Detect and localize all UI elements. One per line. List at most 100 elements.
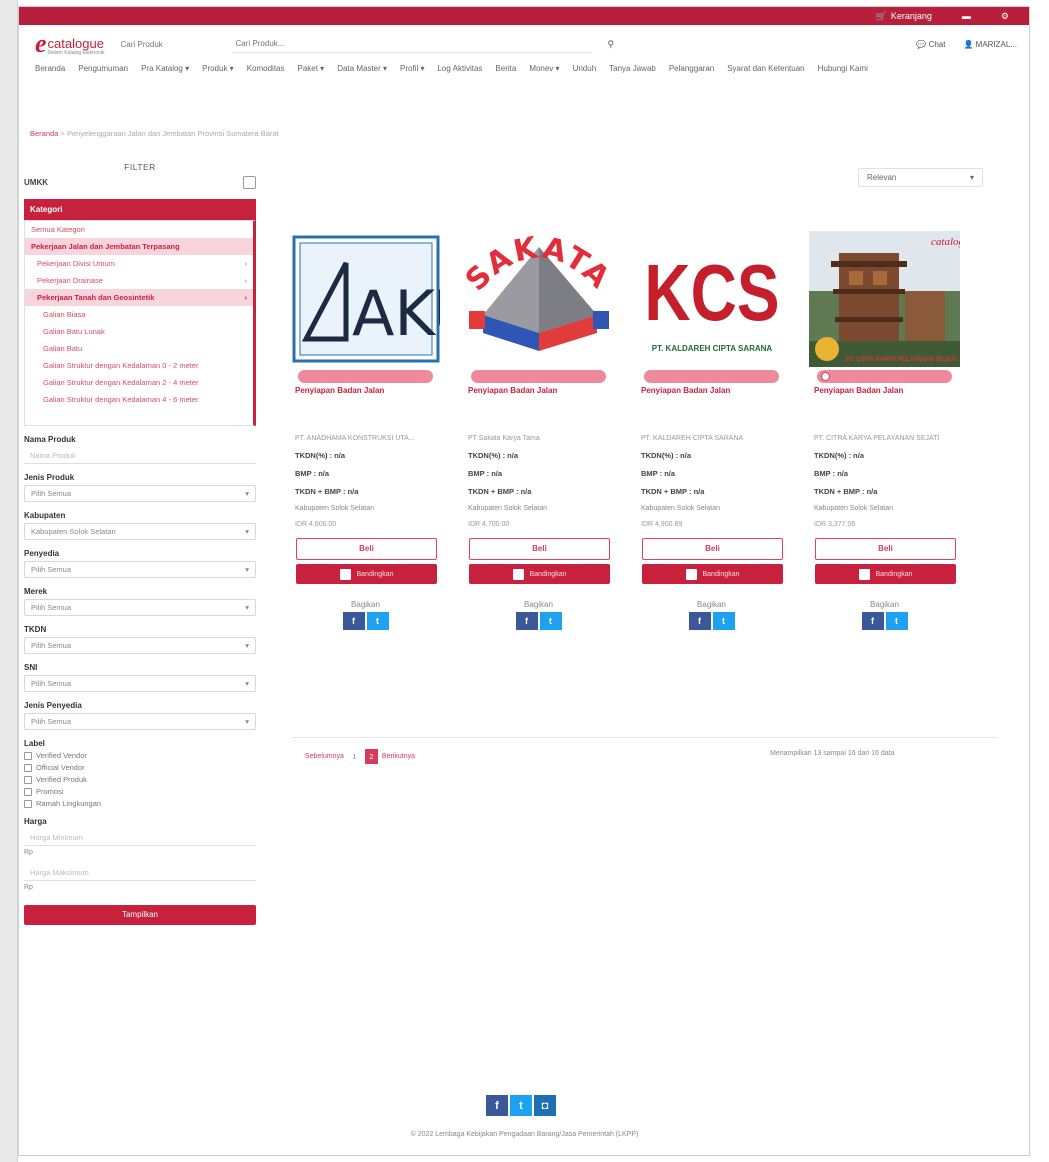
- nav-item[interactable]: Beranda: [35, 63, 65, 75]
- label-checkbox[interactable]: [24, 751, 32, 760]
- product-card[interactable]: SAKATA Penyiapan Badan Jalan PT Sakata K…: [463, 230, 614, 630]
- nav-item[interactable]: Berita: [495, 63, 516, 75]
- product-thumbnail[interactable]: AKU: [290, 230, 441, 368]
- sort-select[interactable]: Relevan ▾: [858, 168, 983, 187]
- product-card[interactable]: catalogue PT. CITRA KARYA PELAYANAN SEJA…: [809, 230, 960, 630]
- logo[interactable]: e catalogue Sistem Katalog Elektronik: [35, 31, 105, 57]
- compare-button[interactable]: Bandingkan: [815, 564, 956, 584]
- nav-item[interactable]: Syarat dan Ketentuan: [727, 63, 804, 75]
- facebook-icon[interactable]: f: [861, 612, 884, 630]
- kategori-item[interactable]: Galian Struktur dengan Kedalaman 0 - 2 m…: [25, 357, 253, 374]
- label-option[interactable]: Promosi: [24, 787, 256, 796]
- nav-item[interactable]: Hubungi Kami: [818, 63, 868, 75]
- product-title[interactable]: Penyiapan Badan Jalan: [290, 386, 441, 395]
- twitter-icon[interactable]: t: [712, 612, 735, 630]
- twitter-icon[interactable]: t: [366, 612, 389, 630]
- kategori-item[interactable]: Galian Batu Lunak: [25, 323, 253, 340]
- kategori-item[interactable]: Semua Kategori: [25, 221, 253, 238]
- tkdn-select[interactable]: Pilih Semua ▾: [24, 637, 256, 654]
- label-option[interactable]: Verified Vendor: [24, 751, 256, 760]
- nav-item[interactable]: Komoditas: [247, 63, 285, 75]
- jenis-penyedia-select[interactable]: Pilih Semua ▾: [24, 713, 256, 730]
- search-type-select[interactable]: Cari Produk: [121, 40, 216, 49]
- penyedia-select[interactable]: Pilih Semua ▾: [24, 561, 256, 578]
- product-company[interactable]: PT. KALDAREH CIPTA SARANA: [636, 435, 787, 442]
- nav-item[interactable]: Tanya Jawab: [609, 63, 656, 75]
- kategori-item[interactable]: Pekerjaan Drainase ›: [25, 272, 253, 289]
- pager-prev[interactable]: Sebelumnya: [305, 753, 344, 760]
- label-checkbox[interactable]: [24, 763, 32, 772]
- merek-select[interactable]: Pilih Semua ▾: [24, 599, 256, 616]
- compare-button[interactable]: Bandingkan: [296, 564, 437, 584]
- facebook-icon[interactable]: f: [515, 612, 538, 630]
- twitter-icon[interactable]: t: [885, 612, 908, 630]
- facebook-icon[interactable]: f: [342, 612, 365, 630]
- nav-item[interactable]: Data Master ▾: [337, 63, 387, 75]
- product-thumbnail[interactable]: SAKATA: [463, 230, 614, 368]
- pager-page-2[interactable]: 2: [364, 749, 378, 764]
- product-thumbnail[interactable]: catalogue PT. CITRA KARYA PELAYANAN SEJA…: [809, 230, 960, 368]
- kategori-item[interactable]: Galian Struktur dengan Kedalaman 2 - 4 m…: [25, 374, 253, 391]
- nav-item[interactable]: Monev ▾: [529, 63, 559, 75]
- nav-item[interactable]: Produk ▾: [202, 63, 234, 75]
- kategori-item[interactable]: Galian Biasa: [25, 306, 253, 323]
- pager-next[interactable]: Berikutnya: [382, 753, 415, 760]
- jenis-produk-select[interactable]: Pilih Semua ▾: [24, 485, 256, 502]
- facebook-icon[interactable]: f: [688, 612, 711, 630]
- twitter-icon[interactable]: t: [539, 612, 562, 630]
- label-checkbox[interactable]: [24, 775, 32, 784]
- user-menu[interactable]: 👤 MARIZAL...: [963, 40, 1017, 49]
- kategori-item[interactable]: Galian Struktur dengan Kedalaman 4 - 6 m…: [25, 391, 253, 408]
- harga-min-input[interactable]: Harga Minimum: [24, 829, 256, 846]
- harga-max-input[interactable]: Harga Maksimum: [24, 864, 256, 881]
- kategori-item[interactable]: Pekerjaan Jalan dan Jembatan Terpasang: [25, 238, 253, 255]
- user-icon[interactable]: ▬: [962, 11, 971, 21]
- pager-page-1[interactable]: 1: [348, 749, 361, 764]
- compare-button[interactable]: Bandingkan: [469, 564, 610, 584]
- nav-item[interactable]: Pengumuman: [78, 63, 128, 75]
- breadcrumb-home[interactable]: Beranda: [30, 129, 58, 138]
- nav-item[interactable]: Profil ▾: [400, 63, 424, 75]
- product-company[interactable]: PT Sakata Karya Tama: [463, 435, 614, 442]
- product-title[interactable]: Penyiapan Badan Jalan: [463, 386, 614, 395]
- facebook-icon[interactable]: f: [486, 1095, 508, 1116]
- nav-item[interactable]: Pra Katalog ▾: [141, 63, 189, 75]
- buy-button[interactable]: Beli: [296, 538, 437, 560]
- nama-produk-input[interactable]: Nama Produk: [24, 447, 256, 464]
- kategori-item[interactable]: Pekerjaan Divisi Umum ›: [25, 255, 253, 272]
- kategori-item[interactable]: Pekerjaan Tanah dan Geosintetik ›: [25, 289, 253, 306]
- buy-button[interactable]: Beli: [815, 538, 956, 560]
- product-thumbnail[interactable]: KCS PT. KALDAREH CIPTA SARANA: [636, 230, 787, 368]
- product-card[interactable]: KCS PT. KALDAREH CIPTA SARANA Penyiapan …: [636, 230, 787, 630]
- kabupaten-select[interactable]: Kabupaten Solok Selatan ▾: [24, 523, 256, 540]
- product-company[interactable]: PT. CITRA KARYA PELAYANAN SEJATI: [809, 435, 960, 442]
- chat-link[interactable]: 💬 Chat: [916, 40, 945, 49]
- instagram-icon[interactable]: ◘: [534, 1095, 556, 1116]
- label-option[interactable]: Ramah Lingkungan: [24, 799, 256, 808]
- product-card[interactable]: AKU Penyiapan Badan Jalan PT. ANADHAMA K…: [290, 230, 441, 630]
- label-checkbox[interactable]: [24, 787, 32, 796]
- label-checkbox[interactable]: [24, 799, 32, 808]
- label-option[interactable]: Official Vendor: [24, 763, 256, 772]
- product-title[interactable]: Penyiapan Badan Jalan: [636, 386, 787, 395]
- tampilkan-button[interactable]: Tampilkan: [24, 905, 256, 925]
- nav-item[interactable]: Log Aktivitas: [437, 63, 482, 75]
- settings-icon[interactable]: ⚙: [1001, 11, 1009, 22]
- nav-item[interactable]: Unduh: [573, 63, 597, 75]
- buy-button[interactable]: Beli: [642, 538, 783, 560]
- compare-button[interactable]: Bandingkan: [642, 564, 783, 584]
- kategori-item[interactable]: Galian Batu: [25, 340, 253, 357]
- search-icon[interactable]: ⚲: [608, 39, 615, 50]
- buy-button[interactable]: Beli: [469, 538, 610, 560]
- product-title[interactable]: Penyiapan Badan Jalan: [809, 386, 960, 395]
- product-company[interactable]: PT. ANADHAMA KONSTRUKSI UTA...: [290, 435, 441, 442]
- kategori-list[interactable]: Semua Kategori Pekerjaan Jalan dan Jembat…: [24, 220, 256, 426]
- search-input[interactable]: [231, 35, 592, 53]
- sni-select[interactable]: Pilih Semua ▾: [24, 675, 256, 692]
- nav-item[interactable]: Pelanggaran: [669, 63, 714, 75]
- nav-item[interactable]: Paket ▾: [298, 63, 325, 75]
- cart-link[interactable]: 🛒 Keranjang: [876, 11, 932, 22]
- twitter-icon[interactable]: t: [510, 1095, 532, 1116]
- umkk-checkbox[interactable]: [243, 176, 256, 189]
- label-option[interactable]: Verified Produk: [24, 775, 256, 784]
